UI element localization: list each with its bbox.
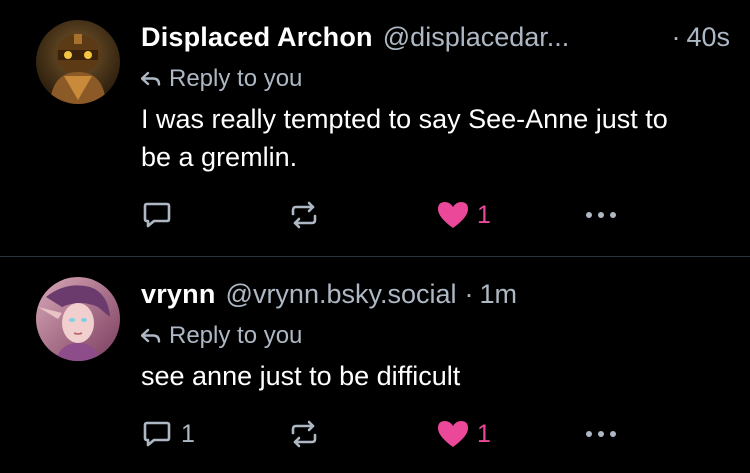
post-content: vrynn @vrynn.bsky.social · 1m Reply to y… bbox=[141, 279, 730, 395]
separator-dot: · bbox=[671, 22, 681, 52]
heart-icon bbox=[438, 202, 468, 228]
comment-icon bbox=[143, 421, 171, 447]
repost-button[interactable] bbox=[288, 198, 320, 232]
author-handle[interactable]: @displacedar... bbox=[383, 22, 570, 53]
like-count: 1 bbox=[477, 419, 491, 448]
heart-icon bbox=[438, 421, 468, 447]
post-text: I was really tempted to say See-Anne jus… bbox=[141, 104, 668, 172]
like-button[interactable]: 1 bbox=[437, 198, 491, 232]
feed: Displaced Archon @displacedar... · 40s R… bbox=[0, 0, 750, 473]
armored-helmet-avatar-icon bbox=[36, 20, 120, 104]
author-name[interactable]: vrynn bbox=[141, 279, 216, 310]
post-text: see anne just to be difficult bbox=[141, 361, 461, 391]
more-options-icon bbox=[586, 431, 616, 437]
avatar[interactable] bbox=[36, 20, 120, 104]
author-name[interactable]: Displaced Archon bbox=[141, 22, 373, 53]
comment-icon bbox=[143, 202, 171, 228]
avatar[interactable] bbox=[36, 277, 120, 361]
timestamp-group: · 40s bbox=[657, 22, 730, 53]
elf-character-avatar-icon bbox=[36, 277, 120, 361]
post[interactable]: vrynn @vrynn.bsky.social · 1m Reply to y… bbox=[0, 257, 750, 473]
more-options-icon bbox=[586, 212, 616, 218]
post-header: vrynn @vrynn.bsky.social · 1m bbox=[141, 279, 730, 315]
reply-arrow-icon bbox=[141, 71, 161, 86]
reply-context-label: Reply to you bbox=[169, 65, 303, 92]
post-actions: 1 bbox=[141, 198, 631, 232]
reply-arrow-icon bbox=[141, 328, 161, 343]
repost-button[interactable] bbox=[288, 417, 320, 451]
reply-button[interactable]: 1 bbox=[141, 417, 195, 451]
post-content: Displaced Archon @displacedar... · 40s R… bbox=[141, 22, 730, 176]
like-button[interactable]: 1 bbox=[437, 417, 491, 451]
more-options-button[interactable] bbox=[584, 198, 618, 232]
post-time[interactable]: 1m bbox=[480, 279, 518, 310]
like-count: 1 bbox=[477, 200, 491, 229]
reply-button[interactable] bbox=[141, 198, 173, 232]
reply-count: 1 bbox=[181, 419, 195, 448]
more-options-button[interactable] bbox=[584, 417, 618, 451]
post-actions: 1 1 bbox=[141, 417, 631, 451]
post[interactable]: Displaced Archon @displacedar... · 40s R… bbox=[0, 0, 750, 256]
reply-context: Reply to you bbox=[141, 321, 730, 351]
reply-context: Reply to you bbox=[141, 64, 730, 94]
reply-context-label: Reply to you bbox=[169, 322, 303, 349]
separator-dot: · bbox=[464, 279, 474, 309]
repost-icon bbox=[291, 201, 317, 229]
repost-icon bbox=[291, 420, 317, 448]
post-header: Displaced Archon @displacedar... · 40s bbox=[141, 22, 730, 58]
post-time[interactable]: 40s bbox=[686, 22, 730, 53]
author-handle[interactable]: @vrynn.bsky.social bbox=[226, 279, 457, 310]
